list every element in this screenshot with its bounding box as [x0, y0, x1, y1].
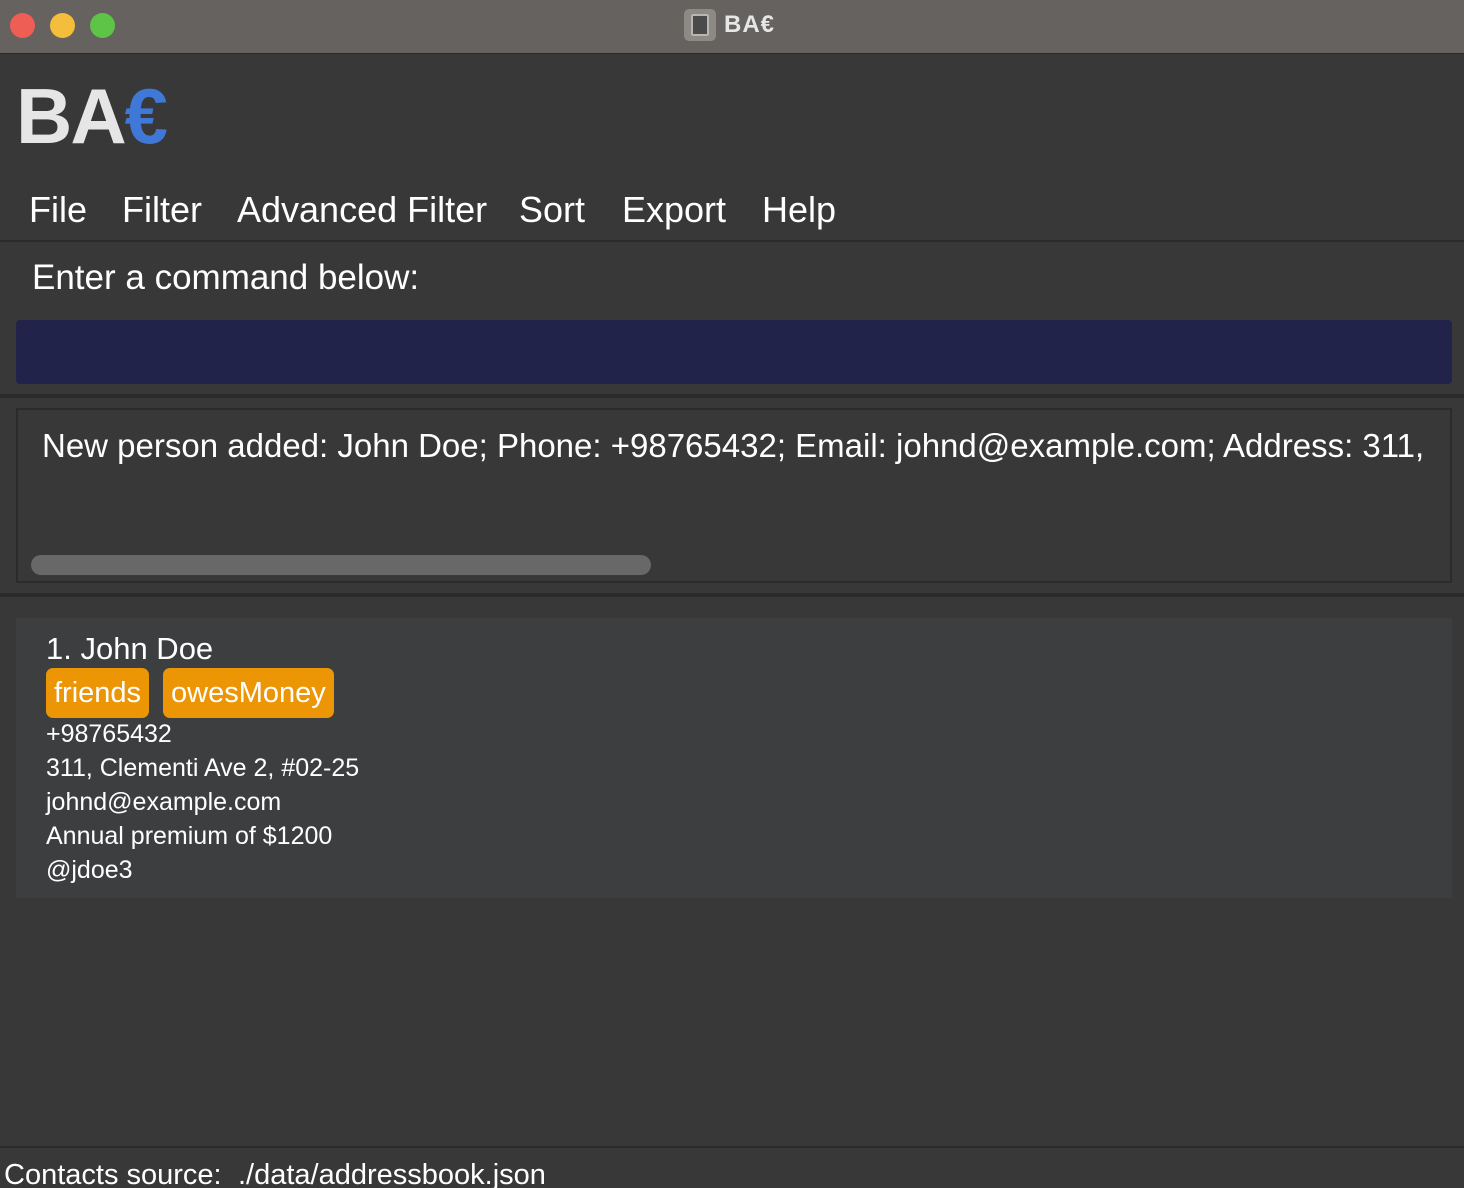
person-card[interactable]: 1. John Doe friends owesMoney +98765432 … [16, 618, 1452, 898]
tag-owes-money: owesMoney [163, 668, 334, 718]
title-bar: BA€ [0, 0, 1464, 54]
result-horizontal-scrollbar[interactable] [31, 555, 651, 575]
person-tags: friends owesMoney [46, 668, 334, 718]
status-bar: Contacts source: ./data/addressbook.json [0, 1146, 1464, 1188]
window-title-group: BA€ [684, 8, 775, 42]
person-address: 311, Clementi Ave 2, #02-25 [46, 754, 360, 782]
tag-friends: friends [46, 668, 150, 718]
menu-export[interactable]: Export [622, 188, 726, 232]
status-source-label: Contacts source: [4, 1159, 222, 1188]
divider [0, 593, 1464, 597]
app-icon [684, 9, 716, 41]
maximize-window-button[interactable] [90, 13, 115, 38]
person-phone: +98765432 [46, 720, 172, 748]
divider [0, 394, 1464, 398]
result-message: New person added: John Doe; Phone: +9876… [42, 427, 1426, 464]
menu-bar: File Filter Advanced Filter Sort Export … [0, 182, 1464, 242]
command-prompt-label: Enter a command below: [32, 258, 420, 297]
person-premium: Annual premium of $1200 [46, 822, 333, 850]
menu-help[interactable]: Help [762, 188, 836, 232]
logo-text: BA [16, 72, 127, 160]
menu-filter[interactable]: Filter [122, 188, 202, 232]
minimize-window-button[interactable] [50, 13, 75, 38]
app-logo: BA€ [16, 76, 168, 156]
menu-file[interactable]: File [29, 188, 87, 232]
command-input[interactable] [16, 320, 1452, 384]
result-display: New person added: John Doe; Phone: +9876… [16, 408, 1452, 583]
menu-sort[interactable]: Sort [519, 188, 585, 232]
menu-advanced-filter[interactable]: Advanced Filter [237, 188, 487, 232]
close-window-button[interactable] [10, 13, 35, 38]
window-title: BA€ [724, 11, 776, 38]
status-source-path: ./data/addressbook.json [238, 1159, 546, 1188]
logo-euro-mark: € [124, 72, 168, 160]
person-name: 1. John Doe [46, 631, 214, 666]
person-handle: @jdoe3 [46, 856, 133, 884]
person-email: johnd@example.com [46, 788, 282, 816]
